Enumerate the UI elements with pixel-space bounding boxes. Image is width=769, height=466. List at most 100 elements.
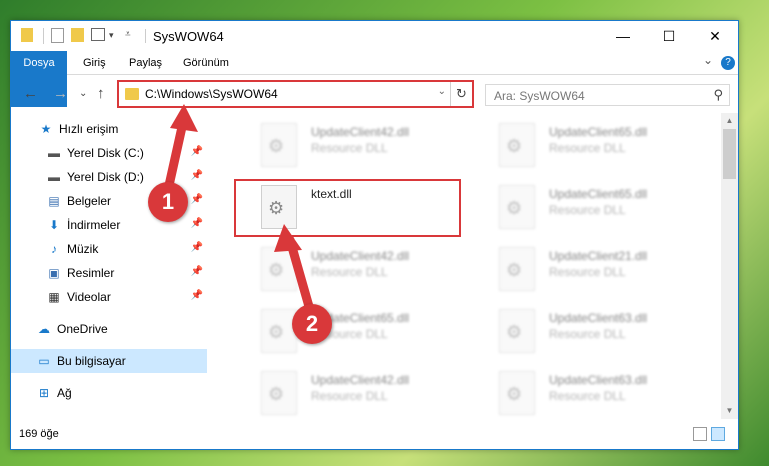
star-icon: ★ xyxy=(40,122,52,136)
search-placeholder: Ara: SysWOW64 xyxy=(494,89,585,103)
sidebar-item-label: İndirmeler xyxy=(67,218,121,232)
sidebar-item-label: OneDrive xyxy=(57,322,108,336)
gear-icon: ⚙ xyxy=(506,322,523,342)
file-item[interactable]: ⚙ UpdateClient42.dll Resource DLL xyxy=(237,117,462,173)
file-item[interactable]: ⚙ ktext.dll xyxy=(237,179,462,235)
search-input[interactable]: Ara: SysWOW64 ⚲ xyxy=(485,84,730,106)
scroll-down-icon[interactable]: ▼ xyxy=(721,403,738,419)
sidebar-item[interactable]: ▬ Yerel Disk (C:) 📌 xyxy=(11,141,207,165)
file-item[interactable]: ⚙ UpdateClient42.dll Resource DLL xyxy=(237,241,462,297)
file-name: ktext.dll xyxy=(311,187,352,201)
dll-file-icon: ⚙ xyxy=(261,123,297,167)
pin-icon[interactable]: 📌 xyxy=(191,242,203,253)
file-item[interactable]: ⚙ UpdateClient21.dll Resource DLL xyxy=(475,241,700,297)
window-title: SysWOW64 xyxy=(153,29,224,44)
file-type: Resource DLL xyxy=(549,265,626,279)
address-path[interactable]: C:\Windows\SysWOW64 xyxy=(145,87,278,101)
file-name: UpdateClient42.dll xyxy=(311,125,410,139)
sidebar-item[interactable]: ♪ Müzik 📌 xyxy=(11,237,207,261)
file-type: Resource DLL xyxy=(549,327,626,341)
qat-menu-icon[interactable]: ⩡ xyxy=(125,29,131,40)
close-button[interactable]: ✕ xyxy=(692,21,738,51)
sidebar-item[interactable]: ☁ OneDrive xyxy=(11,317,207,341)
file-name: UpdateClient65.dll xyxy=(549,125,648,139)
explorer-window: ▾ ⩡ SysWOW64 — ☐ ✕ Dosya Giriş Paylaş Gö… xyxy=(10,20,739,450)
recent-locations-button[interactable]: ⌄ xyxy=(79,88,87,99)
tab-gorunum[interactable]: Görünüm xyxy=(173,51,239,75)
folder-icon xyxy=(125,88,139,100)
file-list: ⚙ UpdateClient42.dll Resource DLL ⚙ UpdateCl… xyxy=(207,113,721,419)
address-bar[interactable]: C:\Windows\SysWOW64 ⌄ ↻ xyxy=(117,80,474,108)
scrollbar[interactable]: ▲ ▼ xyxy=(721,113,738,419)
sidebar-item[interactable]: ★ Hızlı erişim xyxy=(11,117,207,141)
sidebar-item[interactable]: ⊞ Ağ xyxy=(11,381,207,405)
ribbon-tabs: Dosya Giriş Paylaş Görünüm ⌄ ? xyxy=(11,51,738,107)
file-item[interactable]: ⚙ UpdateClient65.dll Resource DLL xyxy=(475,117,700,173)
sidebar-item-label: Yerel Disk (C:) xyxy=(67,146,144,160)
dll-file-icon: ⚙ xyxy=(499,123,535,167)
status-bar: 169 öğe xyxy=(11,421,738,449)
scroll-thumb[interactable] xyxy=(723,129,736,179)
navigation-bar: ← → ⌄ ↑ C:\Windows\SysWOW64 ⌄ ↻ Ara: Sys… xyxy=(11,76,738,112)
sidebar-item-label: Ağ xyxy=(57,386,72,400)
file-item[interactable]: ⚙ UpdateClient65.dll Resource DLL xyxy=(237,303,462,359)
pin-icon[interactable]: 📌 xyxy=(191,266,203,277)
dll-file-icon: ⚙ xyxy=(499,247,535,291)
properties-icon[interactable] xyxy=(51,28,64,43)
chevron-down-icon[interactable]: ⌄ xyxy=(438,86,446,97)
pin-icon[interactable]: 📌 xyxy=(191,170,203,181)
dll-file-icon: ⚙ xyxy=(261,371,297,415)
sidebar-item-label: Videolar xyxy=(67,290,111,304)
gear-icon: ⚙ xyxy=(506,384,523,404)
search-icon[interactable]: ⚲ xyxy=(713,87,723,103)
gear-icon: ⚙ xyxy=(268,198,285,218)
pin-icon[interactable]: 📌 xyxy=(191,194,203,205)
pin-icon[interactable]: 📌 xyxy=(191,218,203,229)
tab-paylas[interactable]: Paylaş xyxy=(119,51,172,75)
sidebar-item-label: Resimler xyxy=(67,266,115,280)
sidebar-item[interactable]: ▣ Resimler 📌 xyxy=(11,261,207,285)
back-button[interactable]: ← xyxy=(23,85,38,102)
dll-file-icon: ⚙ xyxy=(261,309,297,353)
file-item[interactable]: ⚙ UpdateClient65.dll Resource DLL xyxy=(475,179,700,235)
large-icons-view-icon[interactable] xyxy=(711,427,725,441)
pin-icon[interactable]: 📌 xyxy=(191,290,203,301)
item-count: 169 öğe xyxy=(19,428,59,440)
dll-file-icon: ⚙ xyxy=(261,185,297,229)
videos-icon: ▦ xyxy=(48,290,60,304)
gear-icon: ⚙ xyxy=(268,384,285,404)
customize-toolbar-icon[interactable] xyxy=(91,28,105,41)
navigation-pane: ★ Hızlı erişim ▬ Yerel Disk (C:) 📌 ▬ Yerel Dis… xyxy=(11,113,207,413)
file-item[interactable]: ⚙ UpdateClient63.dll Resource DLL xyxy=(475,303,700,359)
sidebar-item[interactable]: ▭ Bu bilgisayar xyxy=(11,349,207,373)
maximize-button[interactable]: ☐ xyxy=(646,21,692,51)
details-view-icon[interactable] xyxy=(693,427,707,441)
new-folder-icon[interactable] xyxy=(71,28,84,42)
file-item[interactable]: ⚙ UpdateClient63.dll Resource DLL xyxy=(475,365,700,419)
expand-ribbon-icon[interactable]: ⌄ xyxy=(703,53,713,67)
file-item[interactable]: ⚙ UpdateClient42.dll Resource DLL xyxy=(237,365,462,419)
quick-access-dropdown-icon[interactable]: ▾ xyxy=(109,30,114,41)
up-button[interactable]: ↑ xyxy=(97,85,105,102)
gear-icon: ⚙ xyxy=(268,136,285,156)
forward-button[interactable]: → xyxy=(53,85,68,102)
step-1-badge: 1 xyxy=(148,182,188,222)
file-type: Resource DLL xyxy=(311,389,388,403)
file-name: UpdateClient21.dll xyxy=(549,249,648,263)
gear-icon: ⚙ xyxy=(506,260,523,280)
sidebar-item[interactable]: ▦ Videolar 📌 xyxy=(11,285,207,309)
pin-icon[interactable]: 📌 xyxy=(191,146,203,157)
minimize-button[interactable]: — xyxy=(600,21,646,51)
file-type: Resource DLL xyxy=(311,265,388,279)
sidebar-item-label: Bu bilgisayar xyxy=(57,354,126,368)
downloads-icon: ⬇ xyxy=(48,218,60,232)
scroll-up-icon[interactable]: ▲ xyxy=(721,113,738,129)
help-icon[interactable]: ? xyxy=(721,56,735,70)
file-type: Resource DLL xyxy=(549,203,626,217)
refresh-button[interactable]: ↻ xyxy=(450,82,472,106)
gear-icon: ⚙ xyxy=(268,260,285,280)
folder-icon xyxy=(21,28,33,42)
tab-giris[interactable]: Giriş xyxy=(73,51,116,75)
dll-file-icon: ⚙ xyxy=(499,371,535,415)
title-separator xyxy=(145,29,146,43)
